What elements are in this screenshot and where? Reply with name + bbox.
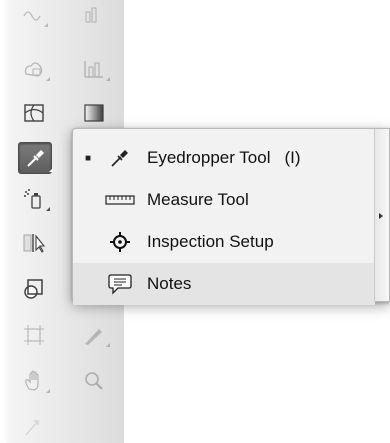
eyedropper-icon [103,146,137,170]
selection-icon [22,231,46,255]
hand-icon [22,369,46,393]
flyout-corner-icon [106,77,110,81]
eyedropper-flyout-menu: ■ Eyedropper Tool (I) Measure Tool Inspe… [72,128,390,305]
knife-icon [82,323,106,347]
graph-icon [83,6,105,24]
panel-edge-highlight [0,0,8,443]
shape-builder-icon [22,277,46,301]
eyedropper-icon [24,147,46,169]
mesh-icon [22,102,46,124]
gradient-tool[interactable] [80,100,108,126]
tearoff-bar[interactable] [374,129,389,301]
symbol-sprayer-tool[interactable] [18,2,48,28]
column-graph-tool[interactable] [80,2,108,28]
menu-item-notes[interactable]: Notes [73,263,375,305]
menu-item-label: Measure Tool [147,190,249,209]
bar-graph-tool[interactable] [80,56,110,82]
menu-item-label: Eyedropper Tool [147,148,271,167]
flyout-corner-icon [106,343,110,347]
symbol-shifter-icon [22,58,46,80]
checked-indicator: ■ [84,152,92,164]
menu-item-measure-tool[interactable]: Measure Tool [73,179,375,221]
live-paint-selection-tool[interactable] [20,230,48,256]
hand-tool[interactable] [20,368,50,394]
artboard-tool[interactable] [20,322,48,348]
flyout-corner-icon [49,168,53,172]
menu-item-eyedropper-tool[interactable]: ■ Eyedropper Tool (I) [73,137,375,179]
crosshair-icon [103,230,137,254]
menu-item-inspection-setup[interactable]: Inspection Setup [73,221,375,263]
menu-item-label: Notes [147,274,192,293]
spray-can-icon [22,187,46,211]
symbol-sprayer-tool-2[interactable] [20,186,50,212]
mesh-tool[interactable] [20,100,48,126]
flyout-menu-list: ■ Eyedropper Tool (I) Measure Tool Inspe… [73,137,375,305]
graph-icon [82,58,106,80]
gradient-icon [82,102,106,124]
arrow-icon [22,415,46,439]
artboard-icon [22,323,46,347]
chevron-right-icon [379,213,383,219]
flyout-corner-icon [46,207,50,211]
zoom-tool[interactable] [80,368,108,394]
ruler-icon [103,188,137,212]
menu-item-label: Inspection Setup [147,232,274,251]
eyedropper-tool[interactable] [18,142,53,174]
symbol-shifter-tool[interactable] [20,56,50,82]
flyout-corner-icon [44,23,48,27]
slice-tool[interactable] [80,322,110,348]
magnifier-icon [82,369,106,393]
flyout-corner-icon [46,77,50,81]
flyout-corner-icon [46,389,50,393]
fill-stroke-swatch[interactable] [20,414,48,440]
symbol-sprayer-icon [21,6,43,24]
menu-item-shortcut: (I) [284,148,301,167]
shape-builder-tool[interactable] [20,276,48,302]
speech-bubble-icon [103,272,137,296]
